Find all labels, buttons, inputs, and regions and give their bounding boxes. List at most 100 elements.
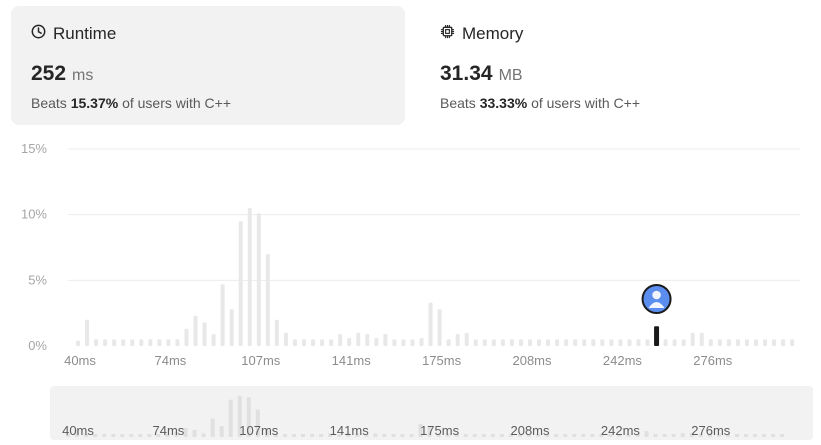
- chart-bar[interactable]: [428, 302, 433, 346]
- chart-bar[interactable]: [609, 339, 614, 346]
- minimap-bar: [780, 434, 785, 437]
- chart-bar[interactable]: [744, 339, 749, 346]
- chart-bar[interactable]: [482, 339, 487, 346]
- chart-bar[interactable]: [265, 254, 270, 346]
- chart-bar[interactable]: [85, 319, 90, 346]
- chart-bar[interactable]: [401, 339, 406, 346]
- chart-bar[interactable]: [157, 339, 162, 346]
- minimap-bar: [400, 434, 405, 437]
- chart-bar[interactable]: [139, 339, 144, 346]
- chart-bar[interactable]: [175, 339, 180, 346]
- chart-bar[interactable]: [410, 339, 415, 346]
- chart-bar-current[interactable]: [654, 326, 660, 346]
- chart-bar[interactable]: [446, 339, 451, 346]
- minimap-bar: [102, 434, 107, 437]
- chart-bar[interactable]: [763, 339, 768, 346]
- chart-bar[interactable]: [311, 339, 316, 346]
- chart-bar[interactable]: [726, 339, 731, 346]
- minimap-bar: [210, 418, 215, 437]
- y-tick-label: 5%: [28, 272, 47, 287]
- chart-bar[interactable]: [735, 339, 740, 346]
- x-tick-label: 242ms: [603, 353, 643, 368]
- minimap-tick-label: 175ms: [420, 423, 460, 438]
- chart-bar[interactable]: [374, 338, 379, 346]
- chart-bar[interactable]: [184, 328, 189, 346]
- minimap-bar: [680, 433, 685, 437]
- x-tick-label: 40ms: [64, 353, 96, 368]
- chart-bar[interactable]: [247, 208, 252, 346]
- chart-bar[interactable]: [347, 338, 352, 346]
- chart-bar[interactable]: [419, 338, 424, 346]
- chart-bar[interactable]: [211, 334, 216, 346]
- chart-bar[interactable]: [302, 339, 306, 346]
- chart-bar[interactable]: [600, 339, 605, 346]
- chart-bar[interactable]: [229, 309, 234, 346]
- chart-bar[interactable]: [790, 339, 795, 346]
- chart-bar[interactable]: [537, 339, 542, 346]
- chart-bar[interactable]: [509, 339, 514, 346]
- chart-bar[interactable]: [292, 339, 297, 346]
- minimap-bar: [147, 434, 152, 437]
- chart-bar[interactable]: [663, 339, 668, 346]
- chart-bar[interactable]: [690, 332, 695, 346]
- chart-bar[interactable]: [546, 339, 551, 346]
- chart-bar[interactable]: [166, 339, 171, 346]
- chart-bar[interactable]: [76, 340, 80, 346]
- chart-bar[interactable]: [148, 339, 153, 346]
- chart-bar[interactable]: [121, 339, 126, 346]
- minimap-bar: [771, 434, 776, 437]
- chart-bar[interactable]: [564, 339, 569, 346]
- chart-bar[interactable]: [781, 339, 786, 346]
- chart-bar[interactable]: [464, 332, 469, 346]
- minimap-bar: [472, 434, 477, 437]
- chart-bar[interactable]: [338, 334, 343, 346]
- chart-bar[interactable]: [708, 339, 713, 346]
- chart-bar[interactable]: [591, 339, 596, 346]
- chart-bar[interactable]: [329, 339, 334, 346]
- minimap-bar: [319, 434, 324, 437]
- chart-bar[interactable]: [473, 339, 478, 346]
- chart-bar[interactable]: [500, 339, 505, 346]
- chart-bar[interactable]: [193, 315, 198, 346]
- chart-bar[interactable]: [238, 221, 243, 346]
- chart-bar[interactable]: [112, 339, 117, 346]
- chart-bar[interactable]: [383, 334, 388, 346]
- chart-bar[interactable]: [491, 339, 496, 346]
- chart-bar[interactable]: [518, 339, 523, 346]
- chart-bar[interactable]: [274, 319, 279, 346]
- chart-bar[interactable]: [618, 339, 623, 346]
- chart-bar[interactable]: [365, 334, 370, 346]
- chart-bar[interactable]: [681, 339, 686, 346]
- chart-bar[interactable]: [202, 322, 207, 346]
- chart-bar[interactable]: [573, 339, 578, 346]
- chart-bar[interactable]: [103, 339, 108, 346]
- chart-bar[interactable]: [256, 213, 261, 346]
- chart-bar[interactable]: [772, 339, 777, 346]
- chart-bar[interactable]: [320, 339, 325, 346]
- chart-bar[interactable]: [645, 339, 650, 346]
- chart-bar[interactable]: [392, 339, 397, 346]
- chart-bar[interactable]: [582, 339, 587, 346]
- minimap-bar: [653, 434, 658, 437]
- chart-bar[interactable]: [699, 332, 704, 346]
- chart-bar[interactable]: [672, 339, 677, 346]
- minimap-bar: [373, 433, 378, 437]
- chart-bar[interactable]: [627, 339, 632, 346]
- chart-bar[interactable]: [356, 332, 361, 346]
- chart-bar[interactable]: [555, 339, 560, 346]
- chart-bar[interactable]: [94, 339, 99, 346]
- chart-bar[interactable]: [283, 332, 288, 346]
- minimap-bar: [490, 434, 495, 437]
- minimap-bar: [382, 434, 387, 437]
- chart-bar[interactable]: [437, 309, 442, 346]
- chart-bar[interactable]: [636, 339, 641, 346]
- chart-bar[interactable]: [130, 339, 135, 346]
- chart-bar[interactable]: [528, 339, 532, 346]
- minimap-bar: [138, 434, 143, 437]
- chart-bar[interactable]: [220, 284, 225, 346]
- chart-bar[interactable]: [754, 339, 758, 346]
- minimap-bar: [499, 434, 504, 437]
- minimap-bar: [120, 434, 125, 437]
- chart-bar[interactable]: [455, 334, 460, 346]
- chart-bar[interactable]: [717, 339, 722, 346]
